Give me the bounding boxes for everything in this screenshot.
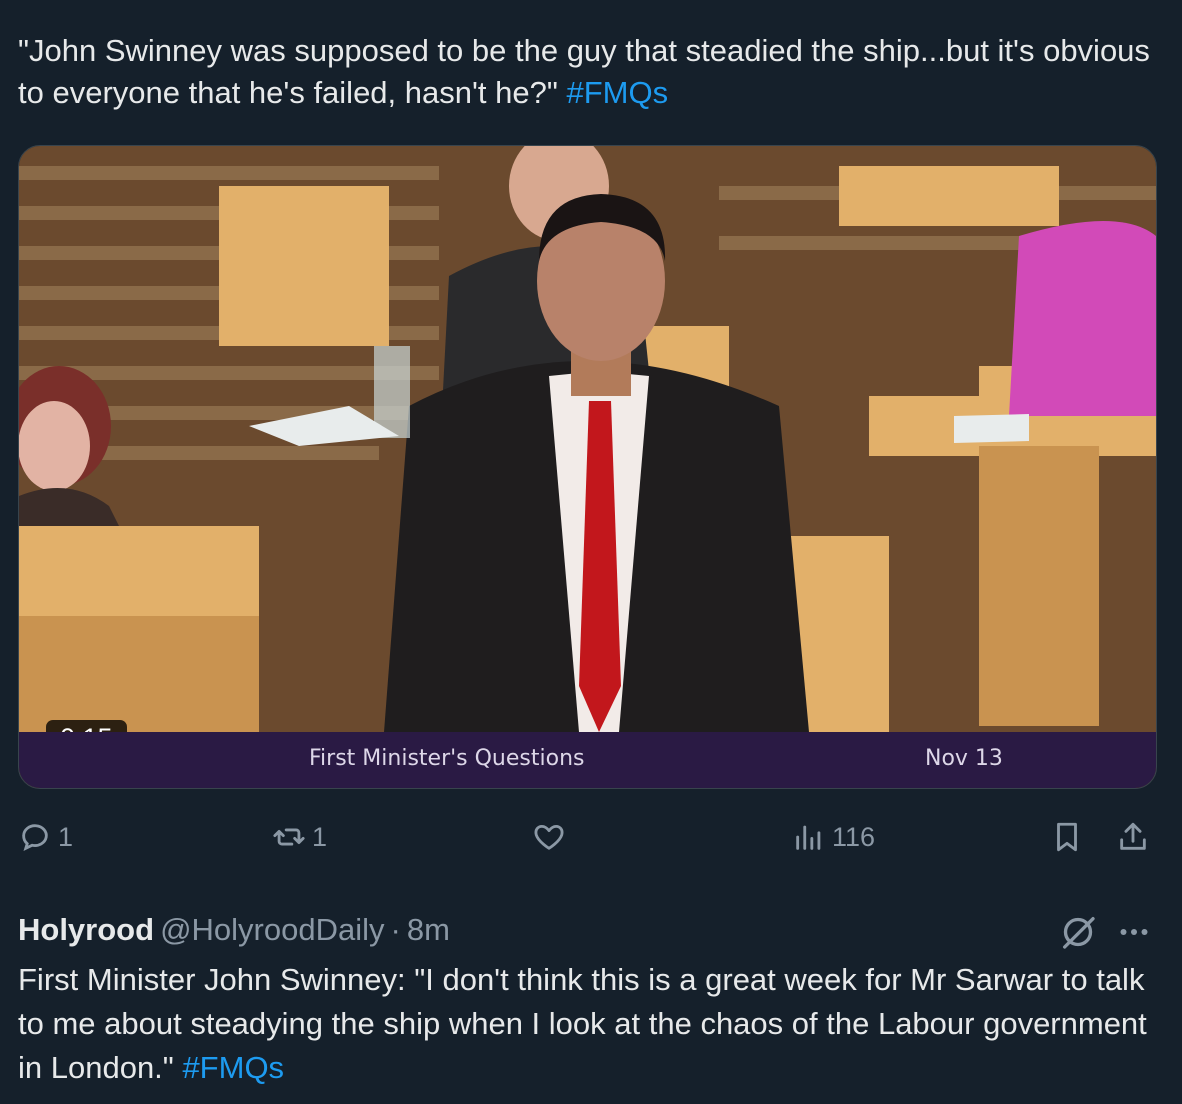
- video-caption-date: Nov 13: [925, 746, 1003, 771]
- video-lower-third: First Minister's Questions Nov 13: [19, 732, 1156, 788]
- reply-text: First Minister John Swinney: "I don't th…: [18, 958, 1168, 1090]
- bookmark-icon: [1057, 822, 1077, 852]
- reply-button[interactable]: 1: [18, 812, 73, 862]
- share-button[interactable]: [1116, 812, 1150, 862]
- views-icon: [796, 825, 821, 850]
- retweet-button[interactable]: 1: [272, 812, 327, 862]
- like-button[interactable]: [532, 812, 572, 862]
- bookmark-button[interactable]: [1050, 812, 1084, 862]
- more-icon[interactable]: [1114, 914, 1154, 950]
- reply-header: Holyrood @HolyroodDaily · 8m: [18, 908, 450, 952]
- reply-hashtag-link[interactable]: #FMQs: [182, 1050, 284, 1085]
- heart-icon: [534, 824, 564, 850]
- tweet-actions: 1 1 116: [0, 812, 1182, 862]
- timestamp[interactable]: 8m: [407, 912, 450, 948]
- grok-icon[interactable]: [1058, 912, 1098, 952]
- video-player[interactable]: 0:15 First Minister's Questions Nov 13: [18, 145, 1157, 789]
- views-button[interactable]: 116: [792, 812, 875, 862]
- share-icon: [1120, 822, 1146, 850]
- separator-dot: ·: [390, 912, 401, 947]
- retweet-icon: [273, 828, 305, 846]
- tweet-text: "John Swinney was supposed to be the guy…: [18, 30, 1168, 114]
- reply-icon: [22, 824, 48, 852]
- hashtag-link[interactable]: #FMQs: [567, 75, 669, 110]
- views-count: 116: [832, 821, 876, 852]
- retweet-count: 1: [312, 821, 328, 852]
- author-name[interactable]: Holyrood: [18, 912, 154, 948]
- video-caption-title: First Minister's Questions: [309, 746, 585, 771]
- author-handle[interactable]: @HolyroodDaily: [160, 912, 384, 948]
- reply-count: 1: [58, 821, 74, 852]
- video-frame: [19, 146, 1156, 788]
